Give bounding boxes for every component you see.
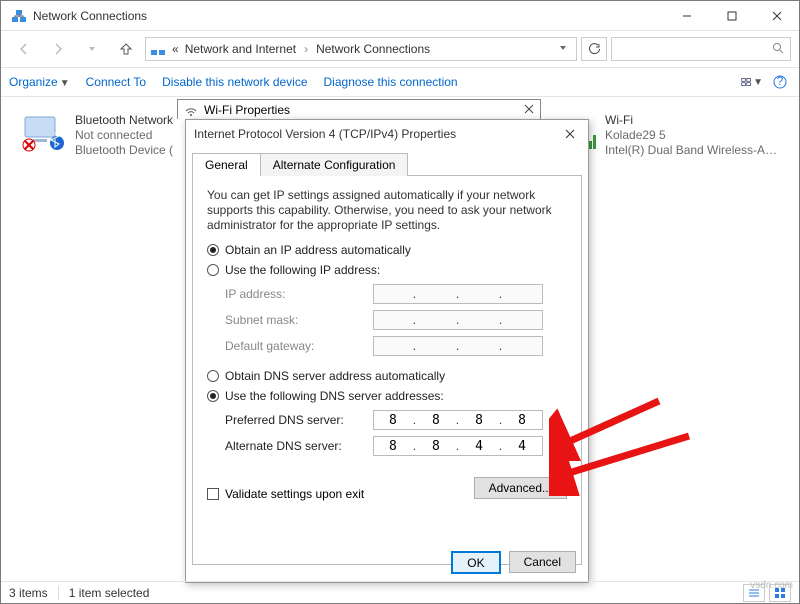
window-title: Network Connections — [33, 9, 147, 23]
connection-name: Wi-Fi — [605, 113, 785, 128]
radio-icon — [207, 390, 219, 402]
ipv4-description: You can get IP settings assigned automat… — [207, 188, 567, 233]
ipv4-properties-dialog: Internet Protocol Version 4 (TCP/IPv4) P… — [185, 119, 589, 583]
minimize-button[interactable] — [664, 1, 709, 30]
help-button[interactable]: ? — [769, 71, 791, 93]
up-button[interactable] — [111, 34, 141, 64]
breadcrumb-seg1[interactable]: Network and Internet — [185, 42, 296, 56]
connection-device: Intel(R) Dual Band Wireless-AC 82… — [605, 143, 785, 158]
input-subnet-mask: ... — [373, 310, 543, 330]
input-preferred-dns[interactable]: 8. 8. 8. 8 — [373, 410, 543, 430]
cancel-button[interactable]: Cancel — [509, 551, 576, 573]
window-controls — [664, 1, 799, 30]
watermark: vsdn.com — [750, 580, 793, 591]
status-item-count: 3 items — [9, 586, 48, 600]
input-default-gateway: ... — [373, 336, 543, 356]
tab-alternate-configuration[interactable]: Alternate Configuration — [260, 153, 409, 176]
input-ip-address: ... — [373, 284, 543, 304]
ipv4-dialog-titlebar: Internet Protocol Version 4 (TCP/IPv4) P… — [186, 120, 588, 148]
view-options-button[interactable]: ▼ — [741, 71, 763, 93]
label-preferred-dns: Preferred DNS server: — [225, 413, 365, 427]
tab-general[interactable]: General — [192, 153, 261, 176]
radio-obtain-dns-auto[interactable]: Obtain DNS server address automatically — [207, 369, 567, 383]
connection-wifi[interactable]: Wi-Fi Kolade29 5 Intel(R) Dual Band Wire… — [585, 109, 785, 162]
wifi-dialog-close-button[interactable] — [524, 103, 534, 117]
network-icon — [11, 8, 27, 24]
status-bar: 3 items 1 item selected — [1, 581, 799, 603]
address-bar[interactable]: « Network and Internet › Network Connect… — [145, 37, 577, 61]
back-button[interactable] — [9, 34, 39, 64]
forward-button[interactable] — [43, 34, 73, 64]
connection-status: Kolade29 5 — [605, 128, 785, 143]
organize-menu[interactable]: Organize▼ — [9, 75, 70, 89]
recent-locations-dropdown[interactable] — [77, 34, 107, 64]
ok-button[interactable]: OK — [451, 551, 500, 574]
wifi-connection-icon — [589, 113, 597, 153]
wifi-properties-dialog: Wi-Fi Properties — [177, 99, 541, 119]
maximize-button[interactable] — [709, 1, 754, 30]
radio-obtain-ip-auto[interactable]: Obtain an IP address automatically — [207, 243, 567, 257]
titlebar: Network Connections — [1, 1, 799, 31]
diagnose-button[interactable]: Diagnose this connection — [324, 75, 458, 89]
status-separator — [58, 586, 59, 600]
ipv4-tabs: General Alternate Configuration — [186, 148, 588, 175]
wifi-dialog-title: Wi-Fi Properties — [204, 103, 290, 117]
command-bar: Organize▼ Connect To Disable this networ… — [1, 67, 799, 97]
radio-icon — [207, 244, 219, 256]
checkbox-icon — [207, 488, 219, 500]
breadcrumb-ellipsis[interactable]: « — [172, 42, 179, 56]
radio-use-following-dns[interactable]: Use the following DNS server addresses: — [207, 389, 567, 403]
disable-device-button[interactable]: Disable this network device — [162, 75, 307, 89]
wifi-icon — [184, 103, 198, 117]
svg-text:?: ? — [777, 75, 784, 88]
advanced-button[interactable]: Advanced... — [474, 477, 567, 499]
label-default-gateway: Default gateway: — [225, 339, 365, 353]
network-icon — [150, 41, 166, 57]
search-icon — [772, 42, 784, 57]
radio-icon — [207, 264, 219, 276]
address-dropdown[interactable] — [554, 42, 572, 56]
input-alternate-dns[interactable]: 8. 8. 4. 4 — [373, 436, 543, 456]
navbar: « Network and Internet › Network Connect… — [1, 31, 799, 67]
close-button[interactable] — [754, 1, 799, 30]
status-selection: 1 item selected — [69, 586, 150, 600]
chevron-right-icon: › — [304, 42, 308, 56]
connection-wifi-text: Wi-Fi Kolade29 5 Intel(R) Dual Band Wire… — [605, 113, 785, 158]
radio-use-following-ip[interactable]: Use the following IP address: — [207, 263, 567, 277]
connect-to-button[interactable]: Connect To — [86, 75, 147, 89]
label-subnet-mask: Subnet mask: — [225, 313, 365, 327]
label-alternate-dns: Alternate DNS server: — [225, 439, 365, 453]
ipv4-dialog-close-button[interactable] — [560, 124, 580, 144]
search-input[interactable] — [611, 37, 791, 61]
bluetooth-connection-icon — [19, 113, 67, 153]
label-ip-address: IP address: — [225, 287, 365, 301]
radio-icon — [207, 370, 219, 382]
ipv4-tab-body: You can get IP settings assigned automat… — [192, 175, 582, 565]
breadcrumb-seg2[interactable]: Network Connections — [316, 42, 430, 56]
ipv4-dialog-title: Internet Protocol Version 4 (TCP/IPv4) P… — [194, 127, 456, 141]
checkbox-validate-on-exit[interactable]: Validate settings upon exit — [207, 487, 364, 501]
refresh-button[interactable] — [581, 37, 607, 61]
